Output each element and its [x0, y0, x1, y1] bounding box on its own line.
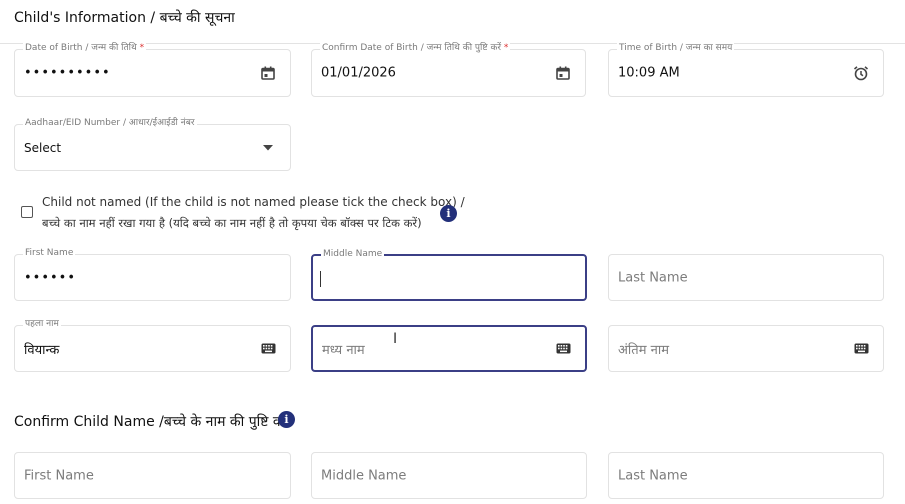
time-of-birth-label: Time of Birth / जन्म का समय [617, 42, 735, 54]
text-caret [320, 271, 321, 287]
confirm-last-name-field[interactable]: Last Name [608, 452, 884, 499]
middle-name-label: Middle Name [321, 248, 385, 260]
confirm-first-name-placeholder: First Name [24, 468, 94, 483]
confirm-middle-name-placeholder: Middle Name [321, 468, 407, 483]
aadhaar-eid-select[interactable]: Aadhaar/EID Number / आधार/ईआईडी नंबर Sel… [14, 117, 291, 171]
middle-name-hindi-placeholder: मध्य नाम [322, 342, 365, 358]
date-of-birth-field[interactable]: Date of Birth / जन्म की तिथि * •••••••••… [14, 42, 291, 97]
keyboard-icon[interactable] [555, 341, 571, 357]
calendar-icon[interactable] [555, 65, 571, 81]
last-name-field[interactable]: Last Name [608, 254, 884, 301]
dropdown-arrow-icon[interactable] [260, 140, 276, 156]
first-name-label: First Name [23, 247, 76, 259]
keyboard-icon[interactable] [260, 341, 276, 357]
last-name-hindi-field[interactable]: अंतिम नाम [608, 325, 884, 372]
confirm-date-of-birth-field[interactable]: Confirm Date of Birth / जन्म तिथि की पुष… [311, 42, 586, 97]
confirm-first-name-field[interactable]: First Name [14, 452, 291, 499]
last-name-placeholder: Last Name [618, 270, 688, 285]
middle-name-hindi-field[interactable]: मध्य नाम [311, 325, 587, 372]
confirm-last-name-placeholder: Last Name [618, 468, 688, 483]
first-name-value: •••••• [24, 270, 77, 285]
i-beam-cursor-icon: I [393, 331, 398, 347]
child-not-named-label-hi: बच्चे का नाम नहीं रखा गया है (यदि बच्चे … [42, 216, 422, 230]
time-of-birth-field[interactable]: Time of Birth / जन्म का समय 10:09 AM [608, 42, 884, 97]
date-of-birth-value: •••••••••• [24, 65, 111, 81]
info-icon[interactable]: i [278, 411, 295, 428]
first-name-field[interactable]: First Name •••••• [14, 247, 291, 301]
last-name-hindi-placeholder: अंतिम नाम [618, 342, 669, 358]
section-title-child-info: Child's Information / बच्चे की सूचना [14, 10, 235, 26]
confirm-child-name-title: Confirm Child Name /बच्चे के नाम की पुष्… [14, 414, 290, 430]
first-name-hindi-value: वियान्क [24, 342, 60, 358]
confirm-middle-name-field[interactable]: Middle Name [311, 452, 587, 499]
first-name-hindi-label: पहला नाम [23, 318, 61, 330]
aadhaar-eid-value: Select [24, 140, 62, 155]
aadhaar-eid-label: Aadhaar/EID Number / आधार/ईआईडी नंबर [23, 117, 197, 129]
keyboard-icon[interactable] [853, 341, 869, 357]
first-name-hindi-field[interactable]: पहला नाम वियान्क [14, 318, 291, 372]
date-of-birth-label: Date of Birth / जन्म की तिथि * [23, 42, 147, 54]
child-not-named-label-en: Child not named (If the child is not nam… [42, 195, 465, 209]
middle-name-field[interactable]: Middle Name [311, 248, 587, 301]
confirm-date-of-birth-label: Confirm Date of Birth / जन्म तिथि की पुष… [320, 42, 511, 54]
child-not-named-checkbox[interactable] [21, 206, 33, 218]
confirm-date-of-birth-value: 01/01/2026 [321, 65, 396, 81]
info-icon[interactable]: i [440, 205, 457, 222]
alarm-clock-icon[interactable] [853, 65, 869, 81]
time-of-birth-value: 10:09 AM [618, 65, 680, 81]
calendar-icon[interactable] [260, 65, 276, 81]
